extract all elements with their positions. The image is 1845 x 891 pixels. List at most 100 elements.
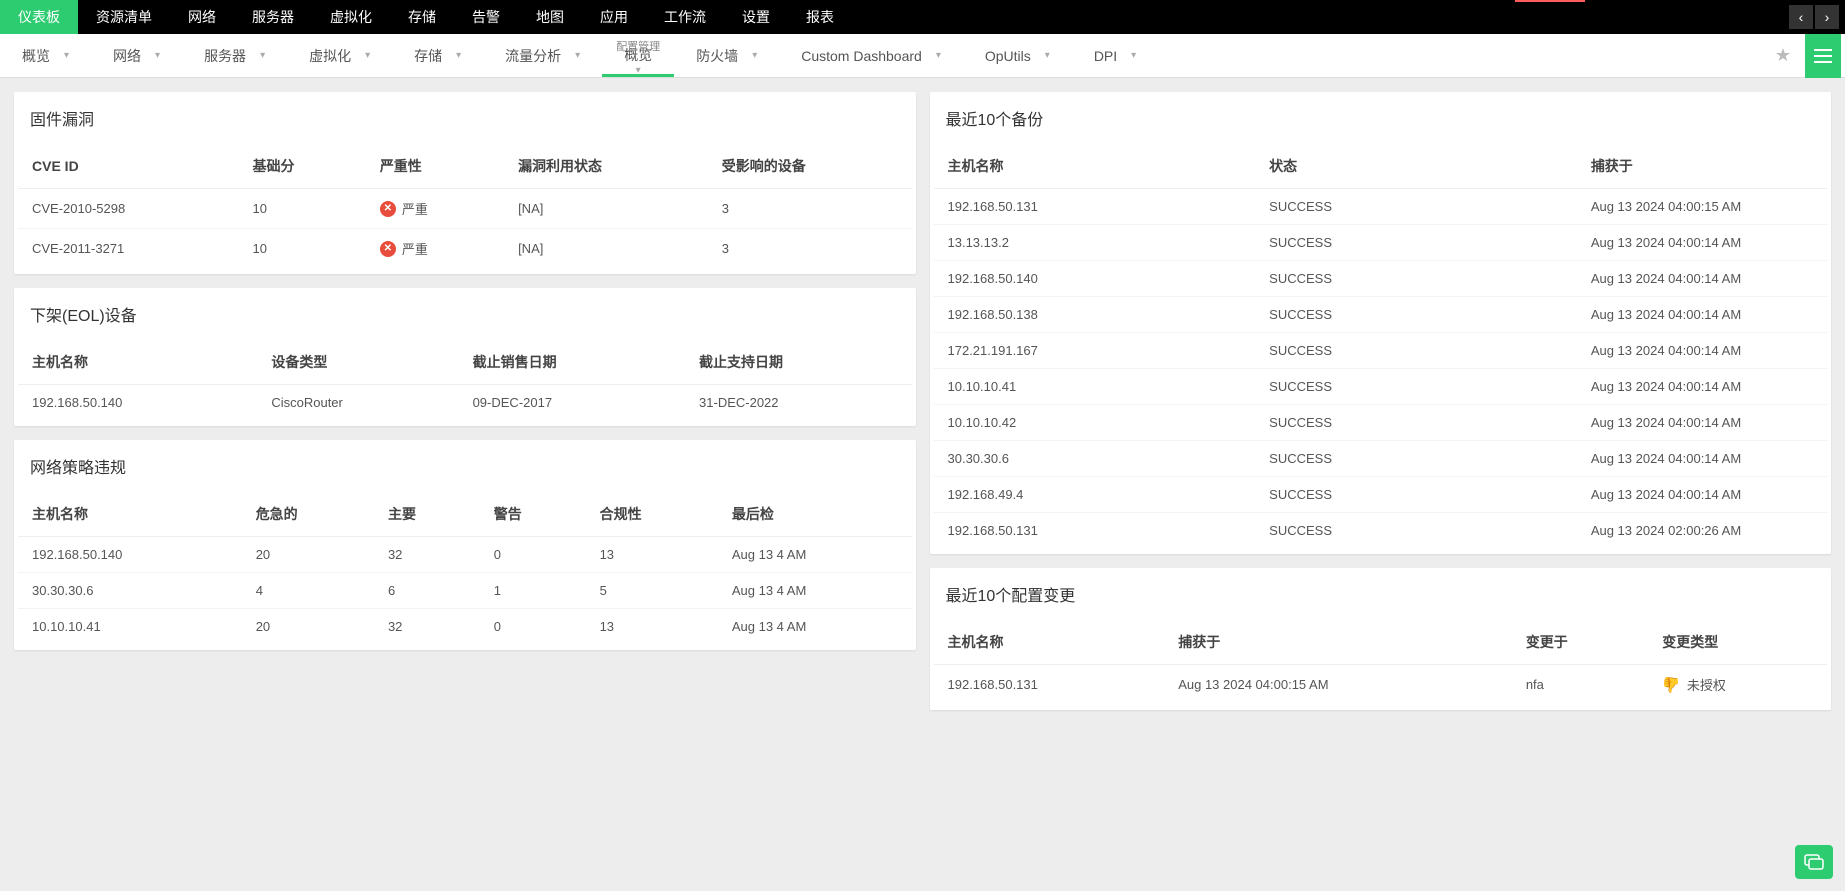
table-row[interactable]: 192.168.50.131 Aug 13 2024 04:00:15 AM n… <box>934 665 1828 705</box>
panel-title: 最近10个配置变更 <box>930 568 1832 620</box>
cell-warn: 0 <box>480 537 586 573</box>
col-host[interactable]: 主机名称 <box>934 620 1165 665</box>
table-row[interactable]: 30.30.30.6 4 6 1 5 Aug 13 4 AM <box>18 573 912 609</box>
col-score[interactable]: 基础分 <box>239 144 366 189</box>
col-status[interactable]: 状态 <box>1255 144 1577 189</box>
table-row[interactable]: 192.168.50.131 SUCCESS Aug 13 2024 04:00… <box>934 189 1828 225</box>
topnav-item-7[interactable]: 地图 <box>518 0 582 34</box>
col-eos[interactable]: 截止销售日期 <box>459 340 685 385</box>
col-major[interactable]: 主要 <box>374 492 480 537</box>
cell-host: 172.21.191.167 <box>934 333 1256 369</box>
cell-affected: 3 <box>708 189 912 229</box>
subnav-item-6[interactable]: 配置管理概览▾ <box>602 34 674 77</box>
favorite-icon[interactable]: ★ <box>1765 45 1801 66</box>
cell-status: SUCCESS <box>1255 513 1577 549</box>
subnav-item-1[interactable]: 网络 ▾ <box>91 34 182 77</box>
table-row[interactable]: 192.168.50.138 SUCCESS Aug 13 2024 04:00… <box>934 297 1828 333</box>
subnav-item-2[interactable]: 服务器▾ <box>182 34 287 77</box>
subnav-item-5[interactable]: 流量分析▾ <box>483 34 602 77</box>
nav-prev-button[interactable]: ‹ <box>1789 5 1813 29</box>
cell-host: 10.10.10.42 <box>934 405 1256 441</box>
topnav-item-2[interactable]: 网络 <box>170 0 234 34</box>
cell-host: 192.168.50.131 <box>934 189 1256 225</box>
col-ctype[interactable]: 变更类型 <box>1648 620 1827 665</box>
col-type[interactable]: 设备类型 <box>257 340 458 385</box>
table-row[interactable]: CVE-2010-5298 10 ✕严重 [NA] 3 <box>18 189 912 229</box>
table-row[interactable]: 30.30.30.6 SUCCESS Aug 13 2024 04:00:14 … <box>934 441 1828 477</box>
backups-table: 主机名称 状态 捕获于 192.168.50.131 SUCCESS Aug 1… <box>934 144 1828 548</box>
topnav-item-3[interactable]: 服务器 <box>234 0 312 34</box>
col-host[interactable]: 主机名称 <box>18 492 242 537</box>
col-exploit[interactable]: 漏洞利用状态 <box>504 144 708 189</box>
table-row[interactable]: 192.168.49.4 SUCCESS Aug 13 2024 04:00:1… <box>934 477 1828 513</box>
topnav-item-5[interactable]: 存储 <box>390 0 454 34</box>
chevron-down-icon: ▾ <box>752 50 757 61</box>
col-affected[interactable]: 受影响的设备 <box>708 144 912 189</box>
table-row[interactable]: 192.168.50.140 SUCCESS Aug 13 2024 04:00… <box>934 261 1828 297</box>
topnav-item-8[interactable]: 应用 <box>582 0 646 34</box>
subnav-label: 网络 <box>113 46 141 66</box>
panel-title: 下架(EOL)设备 <box>14 288 916 340</box>
col-ts[interactable]: 捕获于 <box>1577 144 1827 189</box>
panel-title: 固件漏洞 <box>14 92 916 144</box>
topnav-item-6[interactable]: 告警 <box>454 0 518 34</box>
subnav-item-4[interactable]: 存储▾ <box>392 34 483 77</box>
cell-ts: Aug 13 2024 04:00:14 AM <box>1577 225 1827 261</box>
cell-comp: 13 <box>586 537 718 573</box>
col-eosup[interactable]: 截止支持日期 <box>685 340 911 385</box>
table-row[interactable]: 172.21.191.167 SUCCESS Aug 13 2024 04:00… <box>934 333 1828 369</box>
chevron-down-icon: ▾ <box>936 50 941 61</box>
cell-ts: Aug 13 2024 04:00:14 AM <box>1577 369 1827 405</box>
cell-last: Aug 13 4 AM <box>718 537 912 573</box>
cell-status: SUCCESS <box>1255 333 1577 369</box>
subnav-item-7[interactable]: 防火墙▾ <box>674 34 779 77</box>
chevron-down-icon: ▾ <box>365 50 370 61</box>
topnav-item-0[interactable]: 仪表板 <box>0 0 78 34</box>
topnav-item-9[interactable]: 工作流 <box>646 0 724 34</box>
table-row[interactable]: 10.10.10.41 SUCCESS Aug 13 2024 04:00:14… <box>934 369 1828 405</box>
col-crit[interactable]: 危急的 <box>242 492 374 537</box>
right-column: 最近10个备份 主机名称 状态 捕获于 192.168.50.131 SUCCE… <box>930 92 1832 710</box>
col-cve[interactable]: CVE ID <box>18 144 239 189</box>
topnav-item-4[interactable]: 虚拟化 <box>312 0 390 34</box>
table-row[interactable]: 192.168.50.131 SUCCESS Aug 13 2024 02:00… <box>934 513 1828 549</box>
table-row[interactable]: CVE-2011-3271 10 ✕严重 [NA] 3 <box>18 229 912 269</box>
topnav-item-10[interactable]: 设置 <box>724 0 788 34</box>
table-row[interactable]: 13.13.13.2 SUCCESS Aug 13 2024 04:00:14 … <box>934 225 1828 261</box>
col-host[interactable]: 主机名称 <box>934 144 1256 189</box>
cell-exploit: [NA] <box>504 189 708 229</box>
cell-ts: Aug 13 2024 04:00:14 AM <box>1577 477 1827 513</box>
topnav-item-11[interactable]: 报表 <box>788 0 852 34</box>
chat-support-button[interactable] <box>1795 845 1833 879</box>
col-warn[interactable]: 警告 <box>480 492 586 537</box>
config-changes-panel: 最近10个配置变更 主机名称 捕获于 变更于 变更类型 192.168.50.1… <box>930 568 1832 710</box>
cell-status: SUCCESS <box>1255 369 1577 405</box>
table-row[interactable]: 192.168.50.140 20 32 0 13 Aug 13 4 AM <box>18 537 912 573</box>
topnav-item-1[interactable]: 资源清单 <box>78 0 170 34</box>
backups-panel: 最近10个备份 主机名称 状态 捕获于 192.168.50.131 SUCCE… <box>930 92 1832 554</box>
cell-cve: CVE-2011-3271 <box>18 229 239 269</box>
subnav-item-0[interactable]: 概览▾ <box>0 34 91 77</box>
cell-host: 30.30.30.6 <box>18 573 242 609</box>
col-captured[interactable]: 捕获于 <box>1164 620 1512 665</box>
table-row[interactable]: 10.10.10.41 20 32 0 13 Aug 13 4 AM <box>18 609 912 645</box>
cell-status: SUCCESS <box>1255 261 1577 297</box>
subnav-item-3[interactable]: 虚拟化▾ <box>287 34 392 77</box>
cell-host: 192.168.50.140 <box>934 261 1256 297</box>
menu-toggle-button[interactable] <box>1805 34 1841 78</box>
top-nav: 仪表板资源清单网络服务器虚拟化存储告警地图应用工作流设置报表 ‹ › <box>0 0 1845 34</box>
nav-next-button[interactable]: › <box>1815 5 1839 29</box>
cell-score: 10 <box>239 229 366 269</box>
subnav-item-9[interactable]: OpUtils▾ <box>963 34 1072 77</box>
cell-changedby: nfa <box>1512 665 1648 705</box>
col-sev[interactable]: 严重性 <box>366 144 504 189</box>
col-comp[interactable]: 合规性 <box>586 492 718 537</box>
table-row[interactable]: 10.10.10.42 SUCCESS Aug 13 2024 04:00:14… <box>934 405 1828 441</box>
chevron-down-icon: ▾ <box>155 50 160 61</box>
col-changedby[interactable]: 变更于 <box>1512 620 1648 665</box>
subnav-item-10[interactable]: DPI▾ <box>1072 34 1158 77</box>
col-last[interactable]: 最后检 <box>718 492 912 537</box>
table-row[interactable]: 192.168.50.140 CiscoRouter 09-DEC-2017 3… <box>18 385 912 421</box>
subnav-item-8[interactable]: Custom Dashboard▾ <box>779 34 963 77</box>
col-host[interactable]: 主机名称 <box>18 340 257 385</box>
